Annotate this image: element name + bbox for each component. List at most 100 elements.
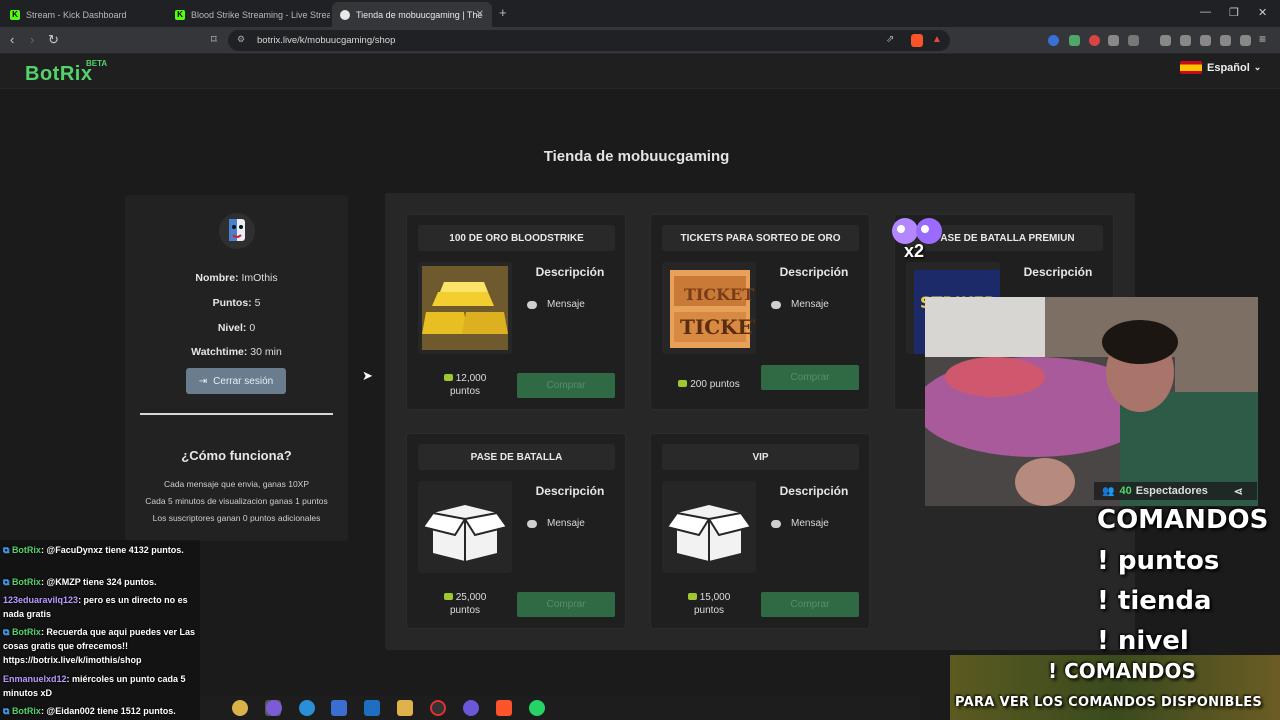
chat-nick: Enmanuelxd12 (3, 674, 67, 684)
tab-title: Stream - Kick Dashboard (26, 9, 127, 20)
tab-title: Blood Strike Streaming - Live Stream (191, 9, 330, 20)
chat-message: ⧉ BotRix: @KMZP tiene 324 puntos. (3, 575, 203, 589)
profile-card: Nombre: ImOthis Puntos: 5 Nivel: 0 Watch… (125, 195, 348, 541)
close-window-button[interactable]: ✕ (1258, 6, 1267, 19)
item-price-unit: puntos (449, 386, 481, 397)
commands-banner: ! COMANDOS PARA VER LOS COMANDOS DISPONI… (950, 655, 1280, 720)
extension-icon[interactable] (1048, 35, 1059, 46)
copilot-icon[interactable] (232, 700, 248, 716)
whatsapp-icon[interactable] (529, 700, 545, 716)
outlook-icon[interactable] (364, 700, 380, 716)
close-tab-icon[interactable]: ✕ (476, 9, 484, 20)
item-message-text: Mensaje (547, 299, 585, 310)
tab-title: Tienda de mobuucgaming | The (356, 9, 483, 20)
language-selector[interactable]: Español ⌄ (1180, 61, 1261, 74)
brave-rewards-icon[interactable]: ▲ (932, 34, 942, 45)
logout-button[interactable]: ⇥ Cerrar sesión (186, 368, 286, 394)
item-description-label: Descripción (535, 484, 605, 498)
minimize-button[interactable]: — (1200, 6, 1211, 18)
discord-icon[interactable] (463, 700, 479, 716)
item-price-value: 200 puntos (690, 379, 740, 390)
commands-title: COMANDOS (1097, 505, 1269, 535)
item-price: 25,000 puntos (418, 591, 512, 617)
x2-label: x2 (904, 241, 925, 261)
page-title: Tienda de mobuucgaming (543, 148, 730, 165)
profile-points: 5 (254, 297, 261, 309)
name-label: Nombre: (195, 272, 239, 284)
item-message: Mensaje (527, 299, 585, 310)
reload-icon[interactable]: ↻ (48, 32, 59, 48)
buy-button[interactable]: Comprar (761, 592, 859, 617)
botrix-icon (340, 9, 350, 20)
address-bar[interactable]: ⚙ botrix.live/k/mobuucgaming/shop ⇗ ▲ (228, 30, 950, 51)
profile-level-row: Nivel: 0 (125, 322, 348, 334)
item-description-label: Descripción (1023, 265, 1093, 279)
profile-level: 0 (249, 322, 256, 334)
item-price-unit: puntos (449, 605, 481, 616)
kick-icon: ⧉ (3, 706, 12, 716)
command-item: ! puntos (1097, 546, 1220, 576)
item-title: TICKETS PARA SORTEO DE ORO (662, 225, 859, 251)
taskbar (200, 696, 920, 720)
chat-message: ⧉ BotRix: @FacuDynxz tiene 4132 puntos. (3, 543, 203, 557)
share-icon: ⋖ (1233, 485, 1243, 498)
menu-icon[interactable]: ≡ (1259, 32, 1266, 46)
chat-bubble-icon (771, 300, 781, 309)
chat-message: ⧉ BotRix: Recuerda que aqui puedes ver L… (3, 625, 203, 667)
extension-icon[interactable] (1089, 35, 1100, 46)
brave-shields-icon[interactable] (911, 34, 923, 47)
kick-icon: ⧉ (3, 577, 12, 587)
media-icon[interactable] (1160, 35, 1171, 46)
forward-icon[interactable]: › (30, 32, 34, 47)
coins-icon (687, 593, 697, 600)
chat-nick: BotRix (11, 627, 41, 637)
item-price-value: 15,000 (699, 592, 731, 603)
profile-name-row: Nombre: ImOthis (125, 272, 348, 284)
kick-icon: K (10, 9, 20, 20)
bookmark-icon[interactable]: ⌑ (211, 33, 217, 46)
wallet-icon[interactable] (1200, 35, 1211, 46)
chat-bubble-icon (771, 519, 781, 528)
chat-text: : @FacuDynxz tiene 4132 puntos. (40, 545, 184, 555)
leo-icon[interactable] (1220, 35, 1231, 46)
chat-nick: BotRix (11, 545, 41, 555)
tab-kick-dashboard[interactable]: K Stream - Kick Dashboard (2, 2, 167, 27)
item-message-text: Mensaje (791, 518, 829, 529)
new-tab-button[interactable]: + (499, 5, 507, 20)
extension-icon[interactable] (1069, 35, 1080, 46)
avatar (219, 213, 255, 249)
obs-icon[interactable] (430, 700, 446, 716)
site-info-icon[interactable]: ⚙ (237, 34, 245, 45)
botrix-logo[interactable]: BotRix (25, 63, 92, 86)
item-price: 200 puntos (662, 378, 756, 391)
tab-blood-strike[interactable]: K Blood Strike Streaming - Live Stream (167, 2, 330, 27)
buy-button[interactable]: Comprar (517, 373, 615, 398)
folder-icon[interactable] (397, 700, 413, 716)
chat-nick: BotRix (11, 706, 41, 716)
chat-nick: BotRix (11, 577, 41, 587)
restore-button[interactable]: ❐ (1229, 6, 1239, 19)
puzzle-icon[interactable] (1108, 35, 1119, 46)
back-icon[interactable]: ‹ (10, 32, 14, 47)
profile-watchtime: 30 min (250, 346, 282, 358)
buy-button[interactable]: Comprar (517, 592, 615, 617)
edge-icon[interactable] (299, 700, 315, 716)
howto-title: ¿Cómo funciona? (181, 448, 292, 463)
chat-text: : @KMZP tiene 324 puntos. (40, 577, 157, 587)
language-label: Español (1207, 61, 1250, 74)
item-message-text: Mensaje (547, 518, 585, 529)
tab-botrix-shop[interactable]: Tienda de mobuucgaming | The ✕ (332, 2, 492, 27)
item-title: 100 DE ORO BLOODSTRIKE (418, 225, 615, 251)
store-icon[interactable] (331, 700, 347, 716)
banner-title: ! COMANDOS (1048, 659, 1196, 683)
chat-message: 123eduaravilq123: pero es un directo no … (3, 593, 203, 621)
sidebar-icon[interactable] (1180, 35, 1191, 46)
vpn-icon[interactable] (1240, 35, 1251, 46)
extension-icon[interactable] (1128, 35, 1139, 46)
copilot-app-icon[interactable] (266, 700, 282, 716)
buy-button[interactable]: Comprar (761, 365, 859, 390)
item-price-value: 25,000 (455, 592, 487, 603)
brave-icon[interactable] (496, 700, 512, 716)
chat-message: Enmanuelxd12: miércoles un punto cada 5 … (3, 672, 203, 700)
share-icon[interactable]: ⇗ (886, 34, 894, 45)
